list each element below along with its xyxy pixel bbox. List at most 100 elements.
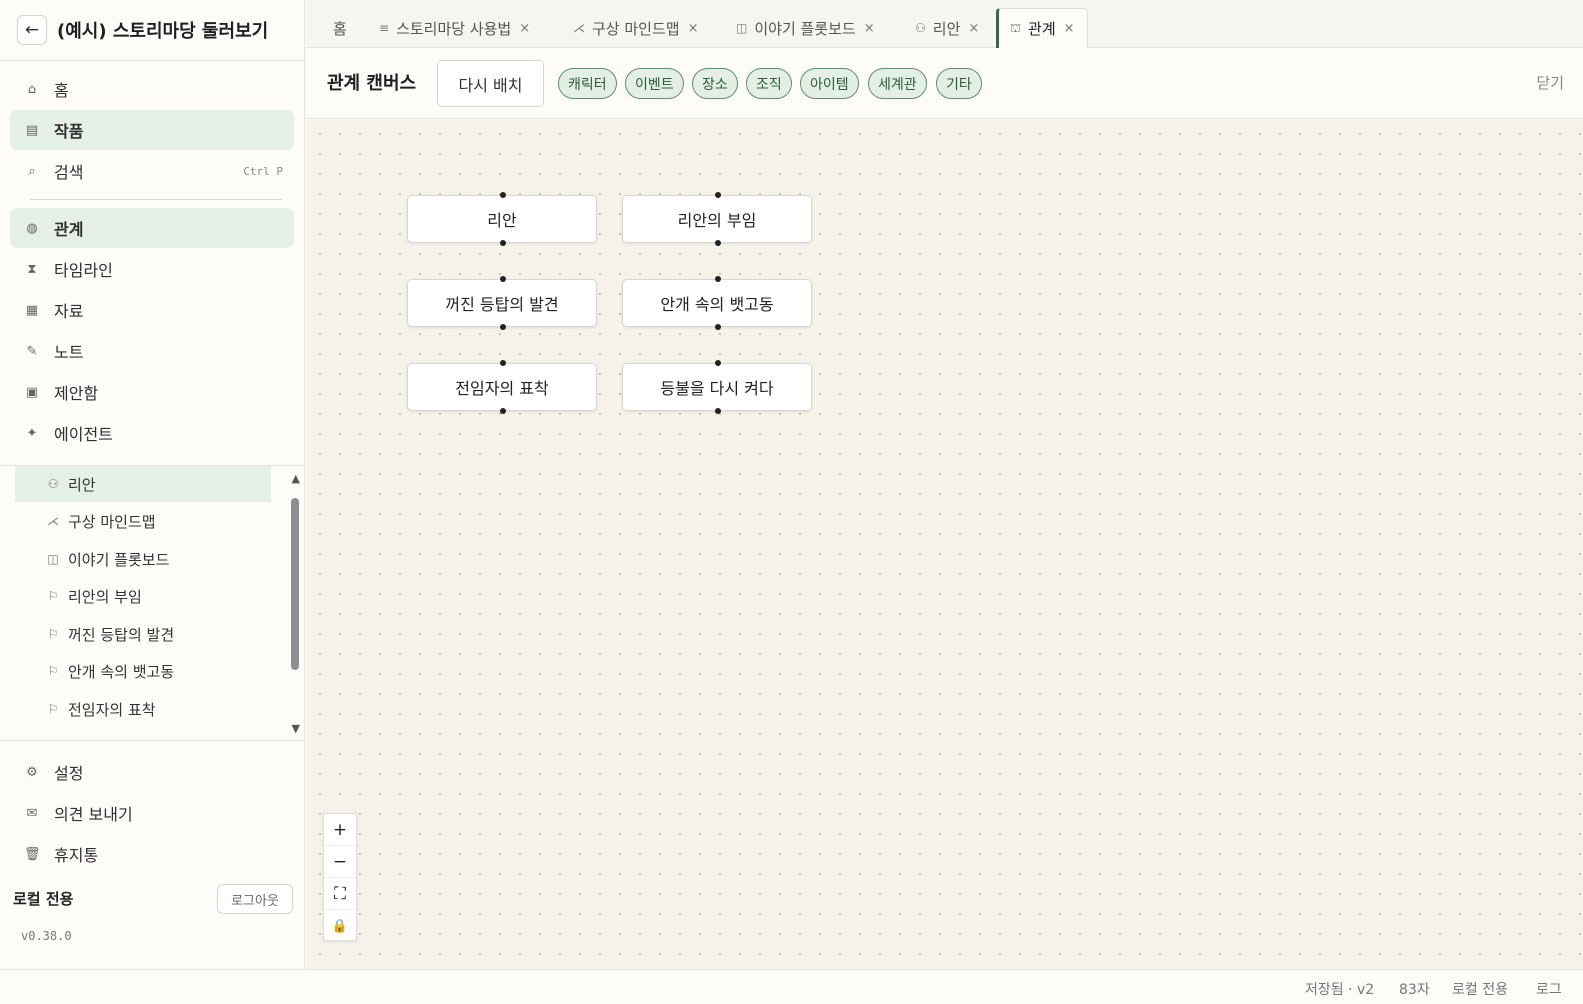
connection-handle[interactable]: [715, 276, 721, 282]
tree-item[interactable]: ⚐ 꺼진 등탑의 발견: [15, 616, 271, 652]
flag-icon: ⚐: [47, 702, 59, 716]
node-label: 리안의 부임: [677, 211, 757, 230]
tab-bar: 홈 ≡ 스토리마당 사용법 × ⋌ 구상 마인드맵 × ◫ 이야기 플롯보드 ×…: [306, 0, 1583, 48]
person-icon: ⚇: [915, 21, 926, 35]
project-title: (예시) 스토리마당 둘러보기: [57, 21, 269, 42]
tab-label: 구상 마인드맵: [592, 19, 680, 38]
relations-icon: ⛫: [1010, 20, 1022, 35]
tree-item[interactable]: ◫ 이야기 플롯보드: [15, 541, 271, 577]
filter-chip-character[interactable]: 캐릭터: [558, 68, 617, 99]
filter-chip-other[interactable]: 기타: [936, 68, 982, 99]
tab-lian[interactable]: ⚇ 리안 ×: [915, 8, 979, 48]
nav-item-label: 설정: [54, 764, 84, 783]
scroll-up-arrow-icon[interactable]: ▲: [292, 472, 300, 485]
back-button[interactable]: ←: [17, 15, 47, 45]
tab-home[interactable]: 홈: [333, 8, 347, 48]
tree-item[interactable]: ⚐ 리안의 부임: [15, 578, 271, 614]
nav-item-label: 휴지통: [54, 846, 99, 865]
connection-handle[interactable]: [500, 276, 506, 282]
relation-canvas[interactable]: 리안 리안의 부임 꺼진 등탑의 발견 안개 속의 뱃고동 전임자의 표착 등불…: [306, 120, 1583, 969]
lock-button[interactable]: 🔒: [324, 910, 356, 942]
connection-handle[interactable]: [715, 240, 721, 246]
connection-handle[interactable]: [715, 324, 721, 330]
canvas-node[interactable]: 전임자의 표착: [407, 360, 597, 414]
sidebar-footer: 로컬 전용 로그아웃 v0.38.0: [0, 880, 304, 970]
nav-item-settings[interactable]: ⚙ 설정: [10, 752, 294, 792]
status-bar: 저장됨 · v2 83자 로컬 전용 로그: [0, 969, 1583, 1004]
local-only-label: 로컬 전용: [13, 890, 74, 908]
mindmap-icon: ⋌: [47, 514, 59, 528]
tree-item[interactable]: ⚇ 리안: [15, 466, 271, 502]
nav-item-works[interactable]: ▤ 작품: [10, 110, 294, 150]
nav-item-relations[interactable]: ◍ 관계: [10, 208, 294, 248]
close-icon[interactable]: ×: [864, 21, 875, 36]
connection-handle[interactable]: [500, 324, 506, 330]
canvas-node[interactable]: 안개 속의 뱃고동: [622, 276, 812, 330]
nav-item-suggestions[interactable]: ▣ 제안함: [10, 372, 294, 412]
sidebar-bottom-nav: ⚙ 설정 ✉ 의견 보내기 🗑 휴지통: [10, 752, 294, 875]
log-link[interactable]: 로그: [1536, 979, 1562, 999]
tab-label: 관계: [1028, 20, 1056, 38]
tree-item-label: 리안의 부임: [68, 587, 142, 606]
connection-handle[interactable]: [500, 360, 506, 366]
canvas-node[interactable]: 리안의 부임: [622, 192, 812, 246]
connection-handle[interactable]: [715, 408, 721, 414]
nav-item-materials[interactable]: ▦ 자료: [10, 290, 294, 330]
node-label: 꺼진 등탑의 발견: [445, 295, 559, 314]
mindmap-icon: ⋌: [573, 21, 585, 35]
filter-chip-item[interactable]: 아이템: [800, 68, 859, 99]
tab-guide[interactable]: ≡ 스토리마당 사용법 ×: [379, 8, 530, 48]
scroll-down-arrow-icon[interactable]: ▼: [292, 722, 300, 735]
tab-mindmap[interactable]: ⋌ 구상 마인드맵 ×: [573, 8, 698, 48]
flag-icon: ⚐: [47, 627, 59, 641]
nav-item-agent[interactable]: ✦ 에이전트: [10, 413, 294, 453]
tree-item[interactable]: ⋌ 구상 마인드맵: [15, 503, 271, 539]
shortcut-hint: Ctrl P: [243, 164, 283, 178]
filter-chip-worldview[interactable]: 세계관: [868, 68, 927, 99]
fit-view-icon: ⛶: [334, 883, 346, 904]
mail-icon: ✉: [26, 805, 38, 821]
relayout-button[interactable]: 다시 배치: [437, 60, 544, 107]
close-icon[interactable]: ×: [968, 21, 979, 36]
nav-item-trash[interactable]: 🗑 휴지통: [10, 834, 294, 874]
nav-item-timeline[interactable]: ⧗ 타임라인: [10, 249, 294, 289]
logout-button[interactable]: 로그아웃: [217, 884, 293, 914]
connection-handle[interactable]: [715, 192, 721, 198]
nav-item-search[interactable]: ⌕ 검색 Ctrl P: [10, 151, 294, 191]
zoom-out-button[interactable]: −: [324, 846, 356, 878]
materials-icon: ▦: [25, 302, 39, 318]
filter-chip-event[interactable]: 이벤트: [625, 68, 684, 99]
filter-chip-place[interactable]: 장소: [692, 68, 738, 99]
zoom-in-button[interactable]: +: [324, 814, 356, 846]
trash-icon: 🗑: [24, 846, 41, 862]
close-icon[interactable]: ×: [688, 21, 699, 36]
person-icon: ⚇: [47, 477, 59, 491]
nav-item-label: 작품: [54, 122, 84, 141]
close-button[interactable]: 닫기: [1536, 72, 1564, 93]
sidebar-nav: ⌂ 홈 ▤ 작품 ⌕ 검색 Ctrl P ◍ 관계 ⧗ 타임라인 ▦ 자료 ✎ …: [0, 61, 304, 453]
fit-view-button[interactable]: ⛶: [324, 878, 356, 910]
canvas-node[interactable]: 리안: [407, 192, 597, 246]
close-icon[interactable]: ×: [519, 21, 530, 36]
filter-chip-organization[interactable]: 조직: [746, 68, 792, 99]
nav-divider: [30, 199, 282, 200]
tree-item-label: 구상 마인드맵: [68, 512, 156, 531]
tree-item[interactable]: ⚐ 안개 속의 뱃고동: [15, 653, 271, 689]
connection-handle[interactable]: [500, 192, 506, 198]
canvas-node[interactable]: 꺼진 등탑의 발견: [407, 276, 597, 330]
canvas-node[interactable]: 등불을 다시 켜다: [622, 360, 812, 414]
timeline-icon: ⧗: [27, 261, 37, 277]
connection-handle[interactable]: [500, 408, 506, 414]
scrollbar-thumb[interactable]: [291, 498, 299, 670]
tree-item[interactable]: ⚐ 전임자의 표착: [15, 691, 271, 727]
connection-handle[interactable]: [500, 240, 506, 246]
close-icon[interactable]: ×: [1064, 21, 1075, 36]
flag-icon: ⚐: [47, 589, 59, 603]
sidebar: ← (예시) 스토리마당 둘러보기 ⌂ 홈 ▤ 작품 ⌕ 검색 Ctrl P ◍…: [0, 0, 305, 969]
tab-relations[interactable]: ⛫ 관계 ×: [996, 8, 1088, 48]
tab-plotboard[interactable]: ◫ 이야기 플롯보드 ×: [736, 8, 875, 48]
nav-item-feedback[interactable]: ✉ 의견 보내기: [10, 793, 294, 833]
connection-handle[interactable]: [715, 360, 721, 366]
nav-item-home[interactable]: ⌂ 홈: [10, 69, 294, 109]
nav-item-notes[interactable]: ✎ 노트: [10, 331, 294, 371]
